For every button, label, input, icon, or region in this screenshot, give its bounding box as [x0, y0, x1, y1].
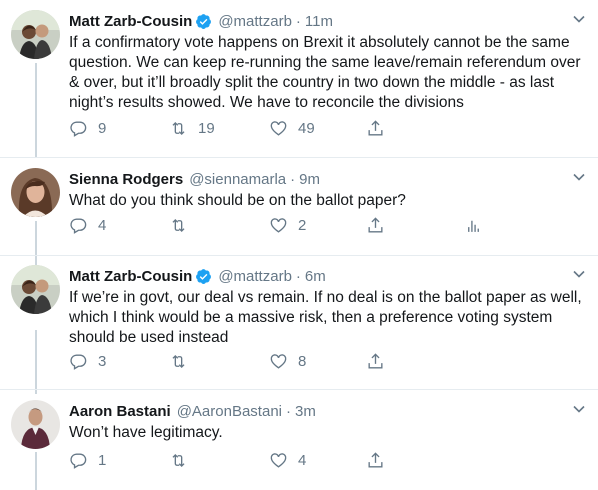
- action-bar: 9 19 49: [69, 119, 549, 139]
- action-bar: 4 2: [69, 216, 549, 236]
- action-bar: 3 8: [69, 352, 549, 372]
- separator-dot: ·: [286, 402, 291, 420]
- like-icon: [270, 453, 287, 468]
- analytics-button[interactable]: [464, 216, 483, 235]
- author-handle[interactable]: @mattzarb: [218, 13, 292, 30]
- tweet[interactable]: Sienna Rodgers @siennamarla · 9m What do…: [0, 168, 598, 248]
- author-name[interactable]: Matt Zarb-Cousin: [69, 13, 192, 30]
- tweet-text: If we’re in govt, our deal vs remain. If…: [69, 289, 582, 346]
- reply-icon: [70, 218, 87, 234]
- like-icon: [270, 121, 287, 136]
- timestamp[interactable]: 6m: [305, 268, 326, 285]
- author-name[interactable]: Aaron Bastani: [69, 403, 171, 420]
- author-handle[interactable]: @AaronBastani: [177, 403, 282, 420]
- retweet-count: 19: [198, 120, 215, 137]
- share-button[interactable]: [366, 352, 385, 371]
- author-name[interactable]: Sienna Rodgers: [69, 171, 183, 188]
- timestamp[interactable]: 11m: [305, 13, 333, 30]
- separator-dot: ·: [295, 12, 301, 30]
- like-count: 4: [298, 452, 307, 469]
- separator-dot: ·: [290, 170, 296, 188]
- share-icon: [368, 217, 383, 233]
- tweet[interactable]: Matt Zarb-Cousin @mattzarb · 11m If a co…: [0, 10, 598, 145]
- author-handle[interactable]: @mattzarb: [218, 268, 292, 285]
- reply-icon: [70, 453, 87, 469]
- like-icon: [270, 354, 287, 369]
- chevron-down-icon[interactable]: [572, 267, 586, 281]
- author-name[interactable]: Matt Zarb-Cousin: [69, 268, 192, 285]
- avatar[interactable]: [11, 10, 60, 59]
- separator-dot: ·: [295, 267, 301, 285]
- tweet-text: If a confirmatory vote happens on Brexit…: [69, 34, 581, 111]
- verified-icon: [196, 13, 212, 29]
- reply-icon: [70, 354, 87, 370]
- like-button[interactable]: 8: [269, 352, 306, 371]
- action-bar: 1 4: [69, 451, 549, 471]
- retweet-icon: [172, 122, 185, 135]
- chevron-down-icon[interactable]: [572, 12, 586, 26]
- share-icon: [368, 353, 383, 369]
- retweet-button[interactable]: [169, 352, 188, 371]
- divider: [0, 255, 598, 256]
- tweet-text: Won’t have legitimacy.: [69, 424, 223, 441]
- author-handle[interactable]: @siennamarla: [189, 171, 286, 188]
- reply-count: 1: [98, 452, 107, 469]
- avatar[interactable]: [11, 400, 60, 449]
- like-button[interactable]: 4: [269, 451, 306, 470]
- tweet-text: What do you think should be on the ballo…: [69, 192, 406, 209]
- reply-button[interactable]: 1: [69, 451, 106, 470]
- retweet-icon: [172, 355, 185, 368]
- like-icon: [270, 218, 287, 233]
- retweet-button[interactable]: [169, 216, 188, 235]
- retweet-button[interactable]: 19: [169, 119, 215, 138]
- share-button[interactable]: [366, 216, 385, 235]
- like-count: 49: [298, 120, 315, 137]
- tweet[interactable]: Matt Zarb-Cousin @mattzarb · 6m If we’re…: [0, 265, 598, 375]
- share-icon: [368, 452, 383, 468]
- verified-icon: [196, 268, 212, 284]
- retweet-button[interactable]: [169, 451, 188, 470]
- chevron-down-icon[interactable]: [572, 402, 586, 416]
- analytics-icon: [468, 220, 479, 232]
- avatar[interactable]: [11, 168, 60, 217]
- like-button[interactable]: 49: [269, 119, 315, 138]
- chevron-down-icon[interactable]: [572, 170, 586, 184]
- like-count: 8: [298, 353, 307, 370]
- reply-button[interactable]: 3: [69, 352, 106, 371]
- reply-button[interactable]: 4: [69, 216, 106, 235]
- reply-button[interactable]: 9: [69, 119, 106, 138]
- like-button[interactable]: 2: [269, 216, 306, 235]
- share-button[interactable]: [366, 451, 385, 470]
- avatar[interactable]: [11, 265, 60, 314]
- timestamp[interactable]: 9m: [299, 171, 320, 188]
- divider: [0, 389, 598, 390]
- share-button[interactable]: [366, 119, 385, 138]
- reply-count: 3: [98, 353, 107, 370]
- reply-count: 9: [98, 120, 107, 137]
- reply-icon: [70, 121, 87, 137]
- tweet[interactable]: Aaron Bastani @AaronBastani · 3m Won’t h…: [0, 400, 598, 480]
- like-count: 2: [298, 217, 307, 234]
- timestamp[interactable]: 3m: [295, 403, 316, 420]
- retweet-icon: [172, 219, 185, 232]
- share-icon: [368, 120, 383, 136]
- divider: [0, 157, 598, 158]
- reply-count: 4: [98, 217, 107, 234]
- retweet-icon: [172, 454, 185, 467]
